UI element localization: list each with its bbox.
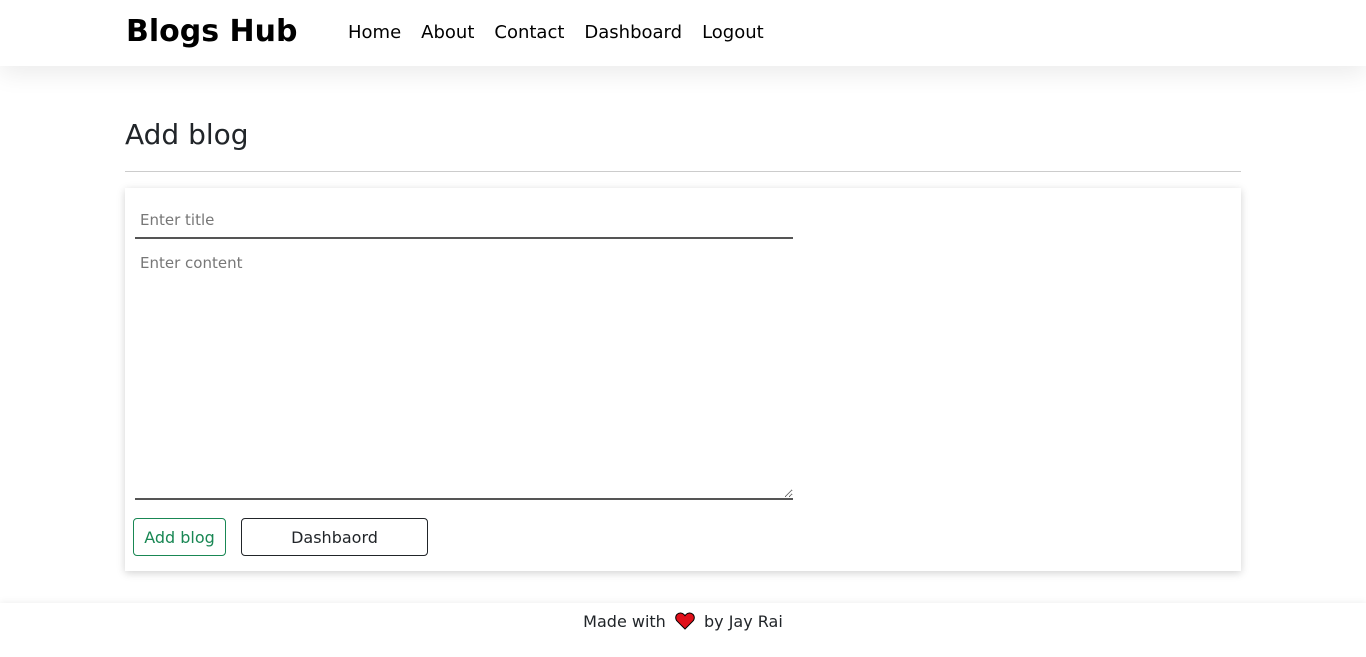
- content-textarea[interactable]: [135, 250, 793, 500]
- heart-icon: [675, 612, 695, 634]
- footer: Made with by Jay Rai: [0, 603, 1366, 657]
- nav-link-logout[interactable]: Logout: [702, 20, 764, 46]
- footer-suffix: by Jay Rai: [704, 612, 783, 631]
- dashboard-button[interactable]: Dashbaord: [241, 518, 428, 556]
- nav-link-home[interactable]: Home: [348, 20, 401, 46]
- title-input[interactable]: [135, 202, 793, 239]
- nav-link-about[interactable]: About: [421, 20, 474, 46]
- nav-link-dashboard[interactable]: Dashboard: [584, 20, 682, 46]
- nav-links: Home About Contact Dashboard Logout: [348, 20, 784, 46]
- divider: [125, 171, 1241, 172]
- footer-prefix: Made with: [583, 612, 666, 631]
- add-blog-button[interactable]: Add blog: [133, 518, 226, 556]
- page-title: Add blog: [125, 118, 249, 151]
- add-blog-form-card: Add blog Dashbaord: [125, 188, 1241, 571]
- navbar: Blogs Hub Home About Contact Dashboard L…: [0, 0, 1366, 66]
- nav-link-contact[interactable]: Contact: [494, 20, 564, 46]
- brand-logo-link[interactable]: Blogs Hub: [126, 14, 297, 49]
